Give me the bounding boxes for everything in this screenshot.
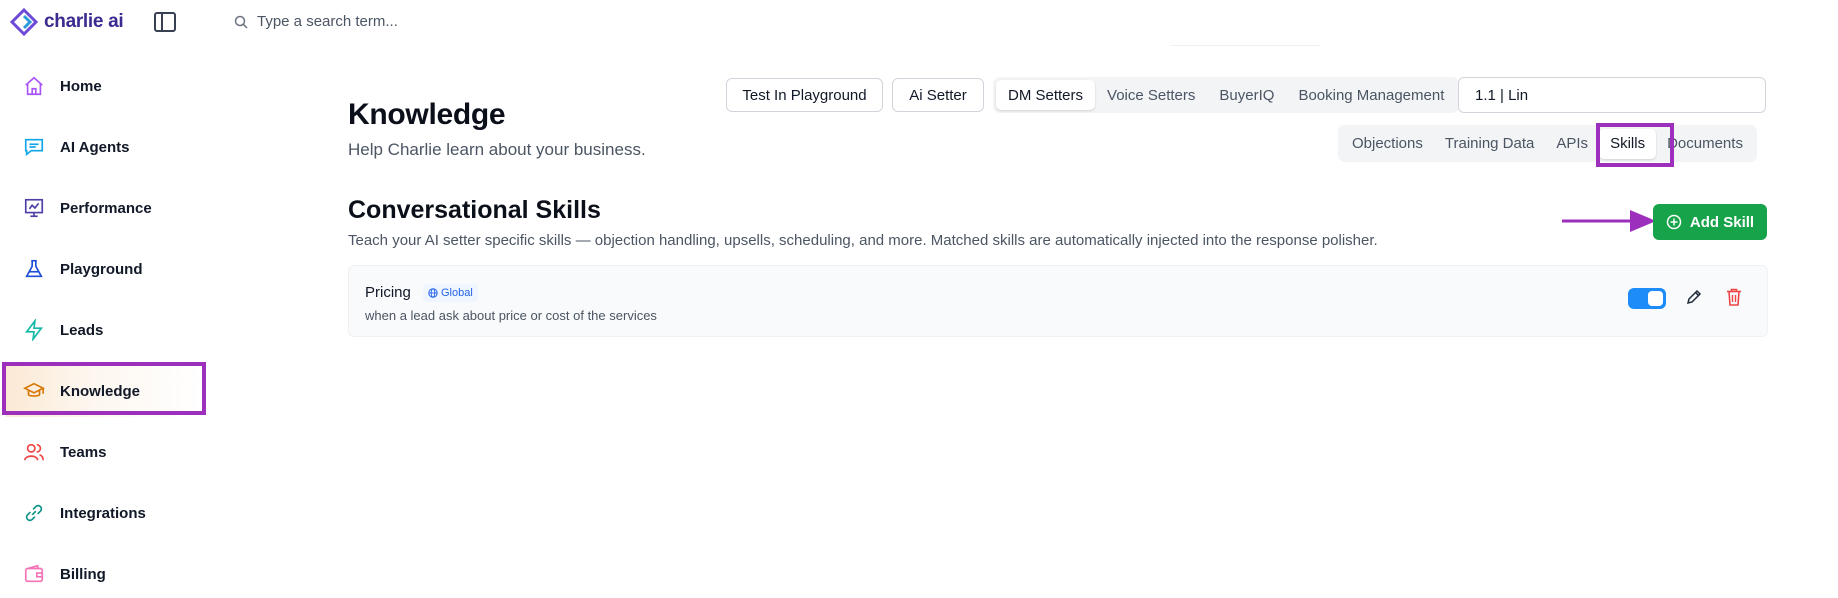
edit-skill-button[interactable] bbox=[1685, 288, 1703, 311]
sidebar-item-leads[interactable]: Leads bbox=[0, 304, 205, 356]
add-skill-button[interactable]: Add Skill bbox=[1653, 204, 1767, 240]
sidebar-item-label: Playground bbox=[60, 260, 143, 278]
tab-training-data[interactable]: Training Data bbox=[1434, 129, 1546, 159]
page-subtitle: Help Charlie learn about your business. bbox=[348, 140, 646, 159]
sidebar-item-label: Home bbox=[60, 77, 102, 95]
sidebar-item-integrations[interactable]: Integrations bbox=[0, 487, 205, 539]
page-title: Knowledge bbox=[348, 98, 506, 131]
sidebar-toggle-icon[interactable] bbox=[154, 12, 176, 32]
logo-text: charlie ai bbox=[44, 11, 124, 32]
delete-skill-button[interactable] bbox=[1725, 287, 1743, 312]
flask-icon bbox=[22, 257, 46, 281]
sidebar-item-home[interactable]: Home bbox=[0, 60, 205, 112]
charlie-logo-icon bbox=[10, 8, 38, 36]
pencil-icon bbox=[1686, 289, 1702, 305]
bolt-icon bbox=[22, 318, 46, 342]
chat-icon bbox=[22, 135, 46, 159]
annotation-arrow-icon bbox=[1562, 210, 1656, 232]
skill-description: when a lead ask about price or cost of t… bbox=[365, 308, 657, 323]
plus-circle-icon bbox=[1666, 214, 1682, 230]
tab-booking-management[interactable]: Booking Management bbox=[1286, 80, 1456, 110]
annotation-highlight-knowledge bbox=[2, 362, 206, 415]
sidebar-item-label: Integrations bbox=[60, 504, 146, 522]
section-description: Teach your AI setter specific skills — o… bbox=[348, 232, 1378, 249]
sidebar-item-label: Teams bbox=[60, 443, 107, 461]
search-input[interactable] bbox=[257, 13, 677, 30]
tab-objections[interactable]: Objections bbox=[1341, 129, 1434, 159]
wallet-icon bbox=[22, 562, 46, 586]
sidebar-item-label: Leads bbox=[60, 321, 104, 339]
chart-icon bbox=[22, 196, 46, 220]
agent-select[interactable]: 1.1 | Lin bbox=[1458, 77, 1766, 113]
tab-buyeriq[interactable]: BuyerIQ bbox=[1207, 80, 1286, 110]
badge-label: Global bbox=[441, 287, 473, 299]
users-icon bbox=[22, 440, 46, 464]
sidebar-item-label: Billing bbox=[60, 565, 106, 583]
knowledge-tabs: Objections Training Data APIs Skills Doc… bbox=[1338, 125, 1757, 162]
skill-enabled-toggle[interactable] bbox=[1628, 288, 1666, 309]
divider bbox=[1170, 45, 1320, 46]
link-icon bbox=[22, 501, 46, 525]
annotation-highlight-skills bbox=[1596, 123, 1674, 167]
scope-badge: Global bbox=[423, 284, 478, 302]
search-icon bbox=[234, 15, 248, 29]
sidebar-item-playground[interactable]: Playground bbox=[0, 243, 205, 295]
app-logo[interactable]: charlie ai bbox=[10, 8, 124, 36]
ai-setter-button[interactable]: Ai Setter bbox=[892, 78, 984, 112]
sidebar-item-teams[interactable]: Teams bbox=[0, 426, 205, 478]
tab-dm-setters[interactable]: DM Setters bbox=[996, 80, 1096, 110]
sidebar-item-label: Performance bbox=[60, 199, 152, 217]
skill-name: Pricing bbox=[365, 284, 411, 301]
tab-voice-setters[interactable]: Voice Setters bbox=[1095, 80, 1207, 110]
sidebar-item-billing[interactable]: Billing bbox=[0, 548, 205, 598]
globe-icon bbox=[428, 288, 438, 298]
add-skill-label: Add Skill bbox=[1689, 213, 1755, 231]
sidebar-item-performance[interactable]: Performance bbox=[0, 182, 205, 234]
setter-type-tabs: DM Setters Voice Setters BuyerIQ Booking… bbox=[993, 77, 1460, 113]
skill-card: Pricing Global when a lead ask about pri… bbox=[348, 265, 1768, 337]
test-in-playground-button[interactable]: Test In Playground bbox=[726, 78, 883, 112]
tab-apis[interactable]: APIs bbox=[1545, 129, 1599, 159]
trash-icon bbox=[1727, 288, 1741, 306]
sidebar-item-ai-agents[interactable]: AI Agents bbox=[0, 121, 205, 173]
search-bar[interactable] bbox=[234, 13, 734, 30]
sidebar-item-label: AI Agents bbox=[60, 138, 130, 156]
section-title: Conversational Skills bbox=[348, 196, 601, 224]
home-icon bbox=[22, 74, 46, 98]
